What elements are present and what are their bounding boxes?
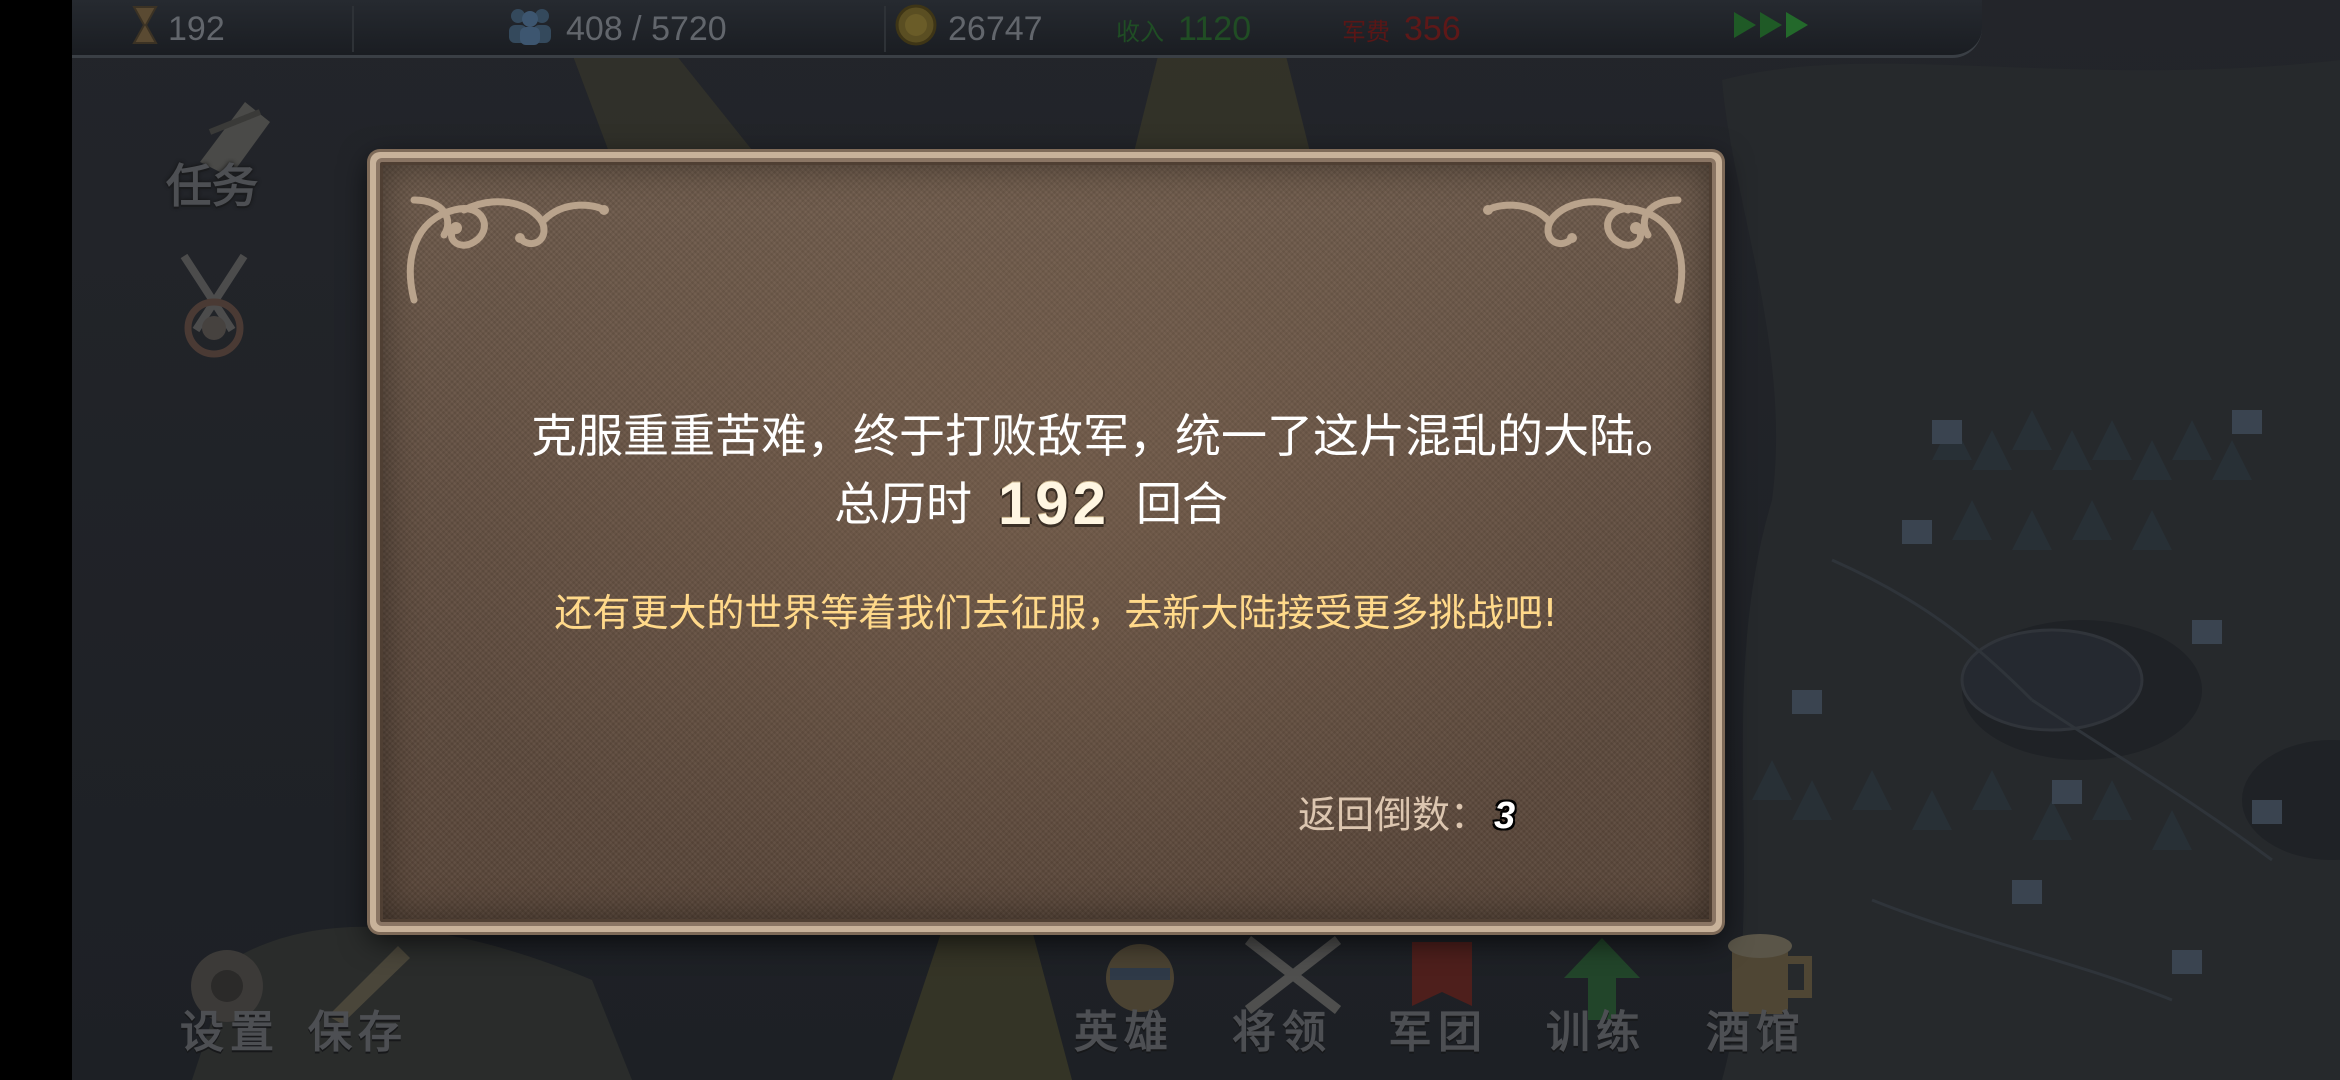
countdown-value: 3 xyxy=(1494,795,1516,837)
return-countdown: 返回倒数： 3 xyxy=(1298,784,1515,839)
screen-edge xyxy=(0,0,72,1080)
corner-ornament-right xyxy=(1483,196,1686,304)
total-turns-line: 总历时 192 回合 xyxy=(380,468,1712,538)
encouragement-message: 还有更大的世界等着我们去征服，去新大陆接受更多挑战吧! xyxy=(554,591,1558,635)
corner-ornament-left xyxy=(406,196,609,304)
turns-prefix: 总历时 xyxy=(833,477,972,531)
game-screen: 192 408 / 5720 26747 收入 1120 军费 356 任务 设… xyxy=(0,0,2340,1080)
victory-dialog: 克服重重苦难，终于打败敌军，统一了这片混乱的大陆。 总历时 192 回合 还有更大的… xyxy=(370,152,1722,932)
turns-suffix: 回合 xyxy=(1136,477,1229,531)
countdown-label: 返回倒数： xyxy=(1298,793,1489,837)
victory-message: 克服重重苦难，终于打败敌军，统一了这片混乱的大陆。 xyxy=(531,409,1681,463)
turns-value: 192 xyxy=(997,470,1111,537)
dialog-panel: 克服重重苦难，终于打败敌军，统一了这片混乱的大陆。 总历时 192 回合 还有更大的… xyxy=(376,158,1716,926)
